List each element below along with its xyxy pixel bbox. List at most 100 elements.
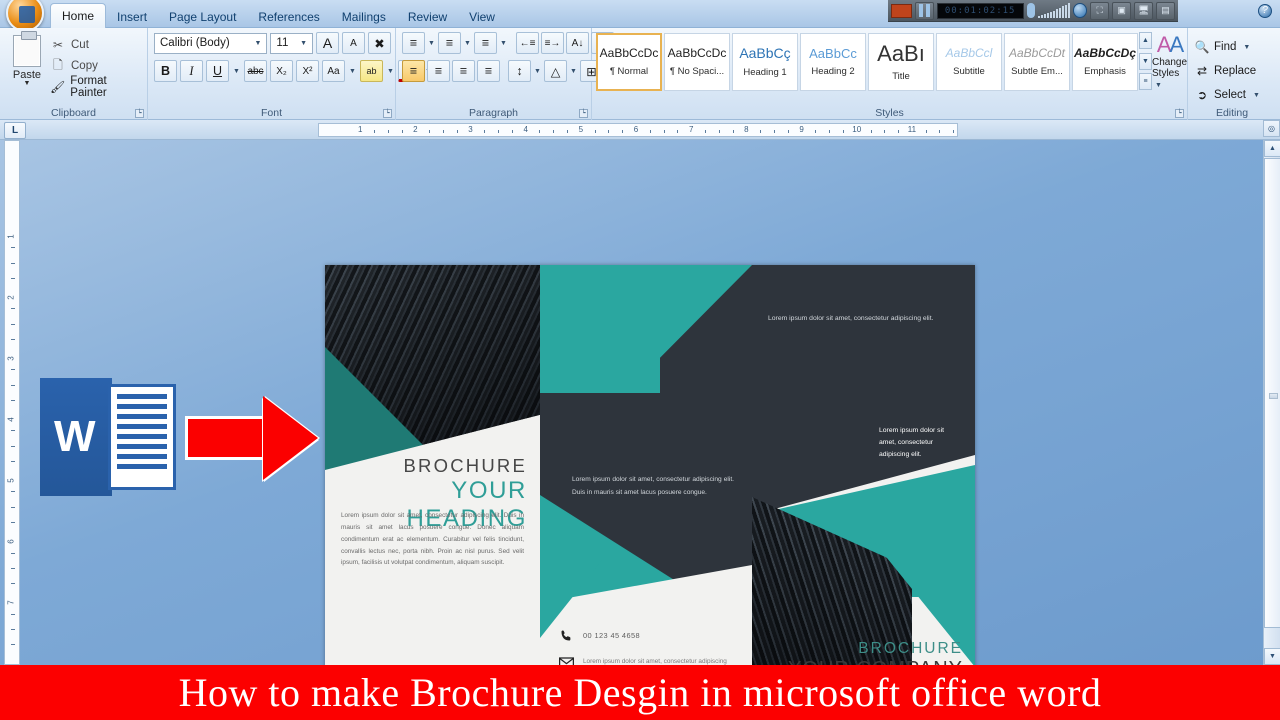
microphone-icon[interactable] — [1026, 3, 1035, 18]
numbering-button[interactable]: ≡ — [438, 32, 461, 54]
binoculars-icon: 🔍 — [1194, 40, 1210, 54]
style-emphasis[interactable]: AaBbCcDç Emphasis — [1072, 33, 1138, 91]
tab-view[interactable]: View — [458, 6, 506, 28]
cut-button[interactable]: ✂ Cut — [50, 36, 143, 54]
pause-button[interactable] — [914, 1, 934, 20]
sort-button[interactable]: A↓ — [566, 32, 589, 54]
font-size-combo[interactable]: 11 ▼ — [270, 32, 313, 54]
style-heading-1[interactable]: AaBbCç Heading 1 — [732, 33, 798, 91]
paintbrush-icon: 🖌 — [50, 80, 66, 94]
line-spacing-caret-icon[interactable]: ▼ — [533, 60, 542, 82]
styles-scroll-down-button[interactable]: ▼ — [1139, 52, 1152, 70]
monitor-capture-button[interactable]: 🖥 — [1134, 1, 1154, 20]
tab-references[interactable]: References — [247, 6, 330, 28]
styles-group-label: Styles — [875, 107, 904, 119]
style-heading-2[interactable]: AaBbCc Heading 2 — [800, 33, 866, 91]
font-name-combo[interactable]: Calibri (Body) ▼ — [154, 32, 268, 54]
grow-font-button[interactable]: A — [316, 32, 339, 54]
bold-button[interactable]: B — [154, 60, 177, 82]
change-styles-button[interactable]: AA Change Styles ▼ — [1152, 31, 1187, 91]
paragraph-dialog-launcher[interactable]: ┕ — [579, 109, 588, 118]
window-capture-button[interactable]: ▣ — [1112, 1, 1132, 20]
align-center-button[interactable]: ≡ — [427, 60, 450, 82]
decrease-indent-button[interactable]: ←≡ — [516, 32, 539, 54]
replace-button[interactable]: ⇄ Replace — [1192, 61, 1272, 81]
style-no-spacing[interactable]: AaBbCcDc ¶ No Spaci... — [664, 33, 730, 91]
subscript-button[interactable]: X₂ — [270, 60, 293, 82]
paste-button[interactable]: Paste ▼ — [4, 31, 50, 103]
ruler-tick — [11, 583, 15, 585]
contact-phone-value: 00 123 45 4658 — [583, 631, 640, 640]
multilevel-caret-icon[interactable]: ▼ — [499, 32, 508, 54]
shading-caret-icon[interactable]: ▼ — [569, 60, 578, 82]
style-title[interactable]: AaBı Title — [868, 33, 934, 91]
tab-review[interactable]: Review — [397, 6, 458, 28]
align-right-button[interactable]: ≡ — [452, 60, 475, 82]
clear-formatting-button[interactable]: ✖ — [368, 32, 391, 54]
change-case-button[interactable]: Aa — [322, 60, 345, 82]
fullscreen-button[interactable]: ⛶ — [1090, 1, 1110, 20]
shrink-font-button[interactable]: A — [342, 32, 365, 54]
style-normal[interactable]: AaBbCcDc ¶ Normal — [596, 33, 662, 91]
change-case-caret-icon[interactable]: ▼ — [348, 60, 357, 82]
italic-button[interactable]: I — [180, 60, 203, 82]
underline-button[interactable]: U — [206, 60, 229, 82]
vertical-scrollbar[interactable]: ▲ ▼ — [1263, 140, 1280, 665]
styles-more-button[interactable]: ≡ — [1139, 73, 1152, 90]
chevron-down-icon[interactable]: ▼ — [297, 40, 310, 47]
ribbon-tabs: Home Insert Page Layout References Maili… — [50, 3, 506, 28]
screen-recorder-overlay[interactable]: 00:01:02:15 ⛶ ▣ 🖥 ▤ — [888, 0, 1178, 22]
shading-button[interactable]: △ — [544, 60, 567, 82]
settings-orb-icon[interactable] — [1072, 3, 1088, 18]
ruler-number: 10 — [852, 125, 862, 134]
ruler-number: 7 — [688, 125, 694, 134]
styles-scroll-up-button[interactable]: ▲ — [1139, 32, 1152, 49]
copy-label: Copy — [71, 60, 98, 72]
horizontal-ruler-track[interactable]: 1 2 3 4 5 6 7 8 9 10 11 — [318, 123, 958, 137]
underline-caret-icon[interactable]: ▼ — [232, 60, 241, 82]
ruler-tick — [11, 323, 15, 325]
style-subtitle[interactable]: AaBbCcl Subtitle — [936, 33, 1002, 91]
chevron-down-icon[interactable]: ▼ — [251, 40, 264, 47]
bullets-button[interactable]: ≡ — [402, 32, 425, 54]
bullets-caret-icon[interactable]: ▼ — [427, 32, 436, 54]
clipboard-dialog-launcher[interactable]: ┕ — [135, 109, 144, 118]
highlight-color-button[interactable]: ab — [360, 60, 383, 82]
help-button[interactable]: ? — [1258, 4, 1272, 18]
tab-page-layout[interactable]: Page Layout — [158, 6, 247, 28]
format-painter-button[interactable]: 🖌 Format Painter — [50, 75, 143, 99]
ruler-tick — [677, 130, 679, 133]
horizontal-ruler[interactable]: L 1 2 3 4 5 6 7 8 9 10 11 — [0, 120, 1280, 140]
ruler-tick — [11, 308, 15, 310]
increase-indent-button[interactable]: ≡→ — [541, 32, 564, 54]
scrollbar-thumb[interactable] — [1264, 158, 1280, 628]
justify-button[interactable]: ≡ — [477, 60, 500, 82]
find-button[interactable]: 🔍 Find ▼ — [1192, 37, 1272, 57]
align-left-button[interactable]: ≡ — [402, 60, 425, 82]
ruler-number: 1 — [6, 234, 16, 239]
browse-object-button[interactable]: ◎ — [1263, 120, 1280, 137]
select-button[interactable]: ➲ Select ▼ — [1192, 85, 1272, 105]
styles-dialog-launcher[interactable]: ┕ — [1175, 109, 1184, 118]
vertical-ruler[interactable]: 1 2 3 4 5 6 7 — [4, 140, 20, 665]
document-page[interactable]: BROCHURE YOUR HEADING Lorem ipsum dolor … — [325, 265, 975, 720]
font-dialog-launcher[interactable]: ┕ — [383, 109, 392, 118]
copy-button[interactable]: 🗋 Copy — [50, 57, 143, 75]
superscript-button[interactable]: X² — [296, 60, 319, 82]
editing-group-label: Editing — [1215, 107, 1249, 119]
tab-insert[interactable]: Insert — [106, 6, 158, 28]
tab-mailings[interactable]: Mailings — [331, 6, 397, 28]
multilevel-list-button[interactable]: ≡ — [474, 32, 497, 54]
tab-stop-selector-button[interactable]: L — [4, 122, 26, 139]
scroll-down-button[interactable]: ▼ — [1264, 648, 1280, 665]
paste-dropdown-caret[interactable]: ▼ — [24, 80, 31, 87]
highlight-caret-icon[interactable]: ▼ — [386, 60, 395, 82]
ruler-number: 5 — [6, 478, 16, 483]
strikethrough-button[interactable]: abc — [244, 60, 267, 82]
scroll-up-button[interactable]: ▲ — [1264, 140, 1280, 157]
tab-home[interactable]: Home — [50, 3, 107, 28]
numbering-caret-icon[interactable]: ▼ — [463, 32, 472, 54]
region-capture-button[interactable]: ▤ — [1156, 1, 1176, 20]
style-subtle-emphasis[interactable]: AaBbCcDt Subtle Em... — [1004, 33, 1070, 91]
line-spacing-button[interactable]: ↕ — [508, 60, 531, 82]
